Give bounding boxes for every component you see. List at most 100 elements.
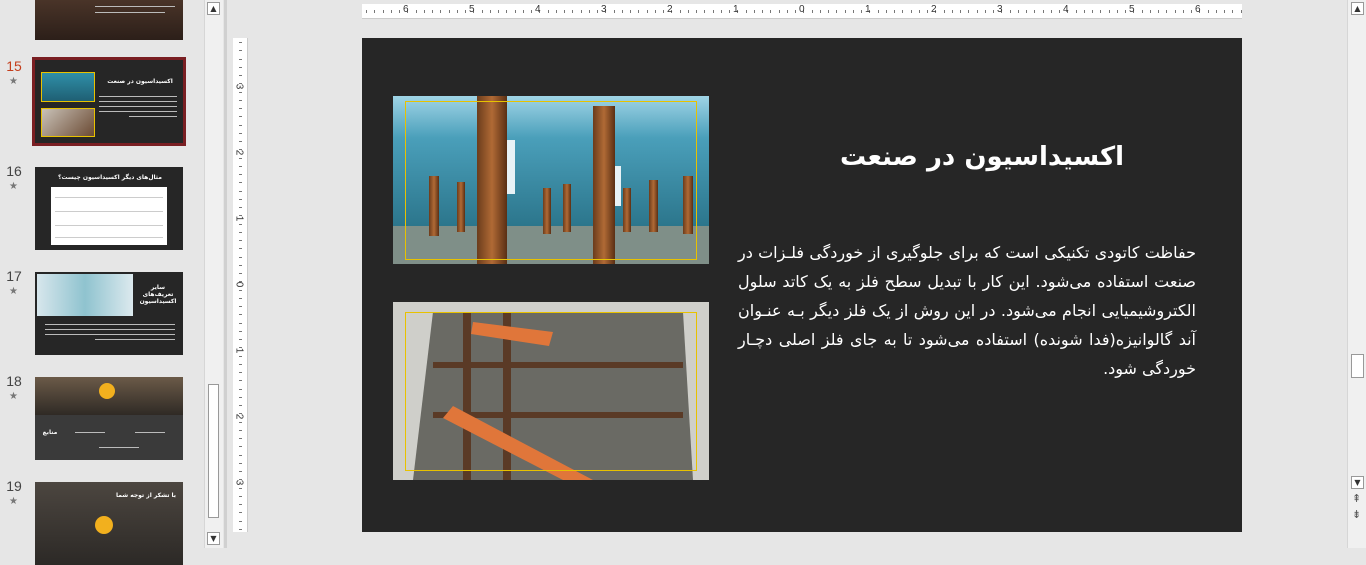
ruler-label: 0	[799, 4, 805, 15]
thumbnail-title: سایر تعریف‌های اکسیداسیون	[139, 284, 177, 305]
ruler-tick	[613, 10, 615, 13]
ruler-tick	[704, 10, 706, 13]
ruler-tick	[960, 10, 961, 13]
ruler-tick	[390, 10, 392, 13]
ruler-tick	[440, 10, 442, 13]
ruler-tick	[239, 363, 242, 365]
ruler-tick	[239, 231, 242, 233]
next-slide-icon[interactable]: ⇟	[1352, 508, 1361, 521]
image-frame	[405, 101, 697, 260]
pane-splitter[interactable]	[224, 0, 227, 548]
ruler-tick	[844, 10, 846, 13]
ruler-tick	[239, 141, 242, 142]
ruler-tick	[432, 10, 433, 13]
ruler-tick	[489, 10, 491, 13]
ruler-tick	[1158, 10, 1159, 13]
scroll-up-arrow-icon[interactable]: ▲	[1351, 2, 1364, 15]
ruler-tick	[522, 10, 524, 13]
underwater-piles-image[interactable]	[393, 96, 709, 264]
vertical-ruler: 3 2 1 0 1 2 3	[233, 38, 248, 532]
ruler-tick	[481, 10, 483, 13]
ruler-tick	[1108, 10, 1110, 13]
ruler-tick	[951, 10, 953, 13]
slide-canvas[interactable]: اکسیداسیون در صنعت حفاظت کاتودی تکنیکی ا…	[362, 38, 1242, 532]
slide-scrollbar[interactable]: ▲ ▼ ⇞ ⇟	[1347, 0, 1366, 548]
ruler-tick	[720, 10, 722, 13]
ruler-tick	[1224, 10, 1225, 13]
slide-thumbnail-16[interactable]: مثال‌های دیگر اکسیداسیون چیست؟	[35, 167, 183, 250]
ruler-tick	[1083, 10, 1085, 13]
ruler-tick	[239, 58, 242, 60]
ruler-tick	[828, 10, 829, 13]
slide-body-text[interactable]: حفاظت کاتودی تکنیکی است که برای جلوگیری …	[738, 238, 1196, 383]
ruler-label: 3	[233, 83, 245, 90]
ruler-tick	[679, 10, 681, 13]
scroll-down-arrow-icon[interactable]: ▼	[207, 532, 220, 545]
scroll-down-arrow-icon[interactable]: ▼	[1351, 476, 1364, 489]
ruler-tick	[927, 10, 928, 13]
ruler-tick	[630, 10, 631, 13]
ruler-tick	[239, 520, 242, 522]
ruler-label: 1	[233, 215, 245, 222]
ruler-tick	[239, 330, 242, 332]
ruler-tick	[1017, 10, 1019, 13]
ruler-tick	[894, 10, 895, 13]
ruler-tick	[580, 10, 582, 13]
slide-thumbnail-19[interactable]: با تشکر از توجه شما	[35, 482, 183, 565]
slide-thumbnail-17[interactable]: سایر تعریف‌های اکسیداسیون	[35, 272, 183, 355]
ruler-tick	[984, 10, 986, 13]
ruler-tick	[1240, 10, 1242, 13]
ruler-tick	[918, 10, 920, 13]
ruler-tick	[239, 91, 242, 93]
ruler-tick	[498, 10, 499, 13]
ruler-tick	[646, 10, 648, 13]
slide-thumbnail-14[interactable]	[35, 0, 183, 40]
ruler-tick	[239, 405, 242, 406]
ruler-label: 6	[403, 4, 409, 15]
ruler-label: 0	[233, 281, 245, 288]
ruler-tick	[588, 10, 590, 13]
ruler-tick	[1174, 10, 1176, 13]
slide-title[interactable]: اکسیداسیون در صنعت	[832, 142, 1132, 172]
thumbnail-scrollbar[interactable]: ▲ ▼	[204, 0, 223, 548]
previous-slide-icon[interactable]: ⇞	[1352, 492, 1361, 505]
slide-thumbnail-15[interactable]: اکسیداسیون در صنعت	[32, 57, 186, 146]
thumbnail-scroll-thumb[interactable]	[208, 384, 219, 518]
ruler-label: 4	[1063, 4, 1069, 15]
ruler-label: 2	[667, 4, 673, 15]
ruler-tick	[1042, 10, 1044, 13]
ruler-tick	[239, 256, 242, 258]
ruler-tick	[239, 99, 242, 101]
ruler-tick	[1182, 10, 1184, 13]
ruler-tick	[902, 10, 904, 13]
scroll-up-arrow-icon[interactable]: ▲	[207, 2, 220, 15]
ruler-label: 3	[233, 479, 245, 486]
ruler-tick	[531, 10, 532, 13]
ruler-tick	[239, 297, 242, 299]
thumbnail-title: با تشکر از توجه شما	[115, 492, 177, 499]
animation-star-icon: ★	[9, 496, 18, 507]
slide-number-19: 19	[6, 478, 22, 494]
slide-thumbnail-pane: 15 ★ اکسیداسیون در صنعت 16 ★ مثال‌های دی…	[0, 0, 204, 565]
ruler-tick	[239, 50, 242, 52]
ruler-tick	[239, 446, 242, 448]
ruler-tick	[1092, 10, 1093, 13]
slide-thumbnail-18[interactable]: منابع	[35, 377, 183, 460]
slide-scroll-thumb[interactable]	[1351, 354, 1364, 378]
ruler-tick	[1050, 10, 1052, 13]
ruler-tick	[239, 421, 242, 423]
animation-star-icon: ★	[9, 391, 18, 402]
slide-number-16: 16	[6, 163, 22, 179]
ruler-tick	[910, 10, 912, 13]
ruler-tick	[861, 10, 862, 13]
ruler-tick	[506, 10, 508, 13]
ruler-tick	[465, 10, 466, 13]
ruler-tick	[1125, 10, 1126, 13]
ruler-tick	[968, 10, 970, 13]
ruler-tick	[239, 487, 242, 489]
ruler-tick	[1141, 10, 1143, 13]
ruler-tick	[1207, 10, 1209, 13]
corroded-rebar-image[interactable]	[393, 302, 709, 480]
ruler-tick	[239, 248, 242, 250]
ruler-tick	[762, 10, 763, 13]
